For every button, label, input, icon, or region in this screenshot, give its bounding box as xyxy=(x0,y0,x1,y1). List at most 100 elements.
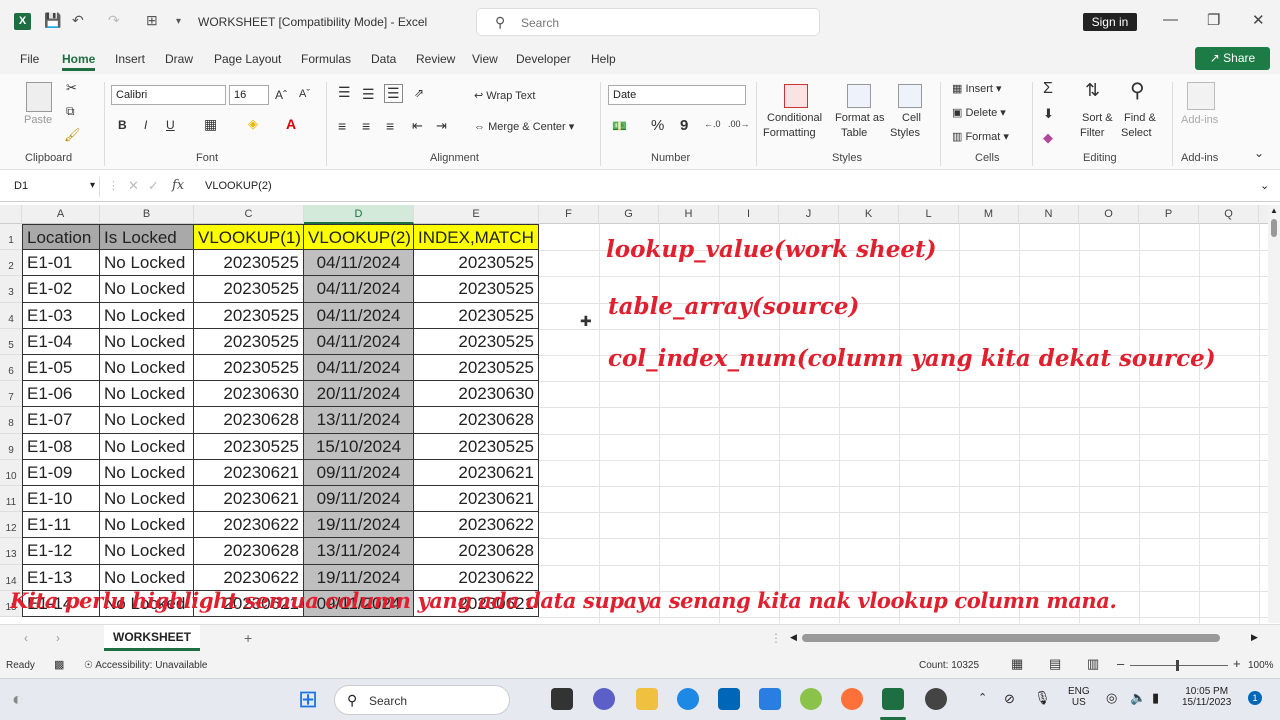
cell-styles-label[interactable]: Cell xyxy=(902,112,921,124)
share-button[interactable]: ↗ Share xyxy=(1195,47,1270,70)
conditional-formatting-label[interactable]: Conditional xyxy=(767,112,822,124)
start-icon[interactable]: ⊞ xyxy=(298,685,318,714)
clear-icon[interactable]: ◆ xyxy=(1043,130,1053,146)
row-header[interactable]: 8 xyxy=(0,407,22,434)
tab-page-layout[interactable]: Page Layout xyxy=(214,52,281,66)
find-select-label[interactable]: Find & xyxy=(1124,112,1156,124)
row-header[interactable]: 7 xyxy=(0,381,22,408)
align-top-icon[interactable]: ☰ xyxy=(338,84,351,101)
notifications-icon[interactable]: 1 xyxy=(1248,691,1262,705)
cell-index-match[interactable]: 20230621 xyxy=(414,459,539,486)
cell-location[interactable]: E1-02 xyxy=(22,276,100,303)
cell-styles-icon[interactable] xyxy=(898,84,922,108)
row-header[interactable]: 6 xyxy=(0,355,22,382)
cell-is-locked[interactable]: No Locked xyxy=(100,407,194,434)
save-icon[interactable]: 💾 xyxy=(44,12,61,29)
column-header-i[interactable]: I xyxy=(719,205,779,224)
cell-vlookup2[interactable]: 04/11/2024 xyxy=(304,355,414,382)
column-header-m[interactable]: M xyxy=(959,205,1019,224)
font-size-select[interactable]: 16 xyxy=(229,85,269,105)
cell-vlookup2[interactable]: 15/10/2024 xyxy=(304,433,414,460)
tab-split-icon[interactable]: ⋮ xyxy=(770,631,782,645)
cell-location[interactable]: E1-05 xyxy=(22,355,100,382)
format-painter-icon[interactable]: 🖌 xyxy=(64,127,81,143)
edge-icon[interactable] xyxy=(677,688,699,710)
cell-vlookup2[interactable]: 04/11/2024 xyxy=(304,276,414,303)
sign-in-button[interactable]: Sign in xyxy=(1083,13,1137,31)
cell-index-match[interactable]: 20230622 xyxy=(414,564,539,591)
cell-vlookup1[interactable]: 20230525 xyxy=(194,433,304,460)
column-header-a[interactable]: A xyxy=(22,205,100,224)
row-header[interactable]: 1 xyxy=(0,224,22,251)
redo-icon[interactable]: ↷ xyxy=(108,12,120,29)
cell-vlookup2[interactable]: 09/11/2024 xyxy=(304,486,414,513)
zoom-slider-thumb[interactable] xyxy=(1176,660,1179,671)
cell-vlookup1[interactable]: 20230525 xyxy=(194,276,304,303)
battery-icon[interactable]: ▮ xyxy=(1152,690,1159,706)
scroll-left-icon[interactable]: ◀ xyxy=(790,632,797,643)
row-header[interactable]: 11 xyxy=(0,486,22,513)
column-header-b[interactable]: B xyxy=(100,205,194,224)
clock[interactable]: 10:05 PM 15/11/2023 xyxy=(1182,686,1231,708)
page-break-view-icon[interactable]: ▥ xyxy=(1087,656,1099,672)
cell-location[interactable]: E1-11 xyxy=(22,512,100,539)
insert-function-icon[interactable]: fx xyxy=(172,178,184,193)
bold-button[interactable]: B xyxy=(118,118,127,132)
search-box[interactable]: ⚲ Search xyxy=(476,8,820,36)
cell-vlookup1[interactable]: 20230621 xyxy=(194,459,304,486)
column-header-f[interactable]: F xyxy=(539,205,599,224)
taskbar-search[interactable]: ⚲ Search xyxy=(334,685,510,715)
accessibility-status[interactable]: ☉ Accessibility: Unavailable xyxy=(84,660,207,671)
cell-is-locked[interactable]: No Locked xyxy=(100,512,194,539)
autosum-icon[interactable]: Σ xyxy=(1043,80,1053,98)
vertical-scrollbar[interactable]: ▲ xyxy=(1268,205,1280,623)
app-icon[interactable] xyxy=(759,688,781,710)
column-header-o[interactable]: O xyxy=(1079,205,1139,224)
cell-is-locked[interactable]: No Locked xyxy=(100,538,194,565)
font-color-icon[interactable]: A xyxy=(286,116,296,132)
cell-location[interactable]: E1-12 xyxy=(22,538,100,565)
cell-index-match[interactable]: 20230525 xyxy=(414,433,539,460)
tab-view[interactable]: View xyxy=(472,52,498,66)
cell-location[interactable]: E1-07 xyxy=(22,407,100,434)
cell-index-match[interactable]: 20230525 xyxy=(414,276,539,303)
cell-is-locked[interactable]: No Locked xyxy=(100,328,194,355)
percent-button[interactable]: % xyxy=(651,117,664,134)
tab-formulas[interactable]: Formulas xyxy=(301,52,351,66)
row-header[interactable]: 13 xyxy=(0,538,22,565)
format-as-table-icon[interactable] xyxy=(847,84,871,108)
cell-index-match[interactable]: 20230630 xyxy=(414,381,539,408)
format-as-table-label[interactable]: Format as xyxy=(835,112,885,124)
cell-vlookup1[interactable]: 20230628 xyxy=(194,407,304,434)
tab-home[interactable]: Home xyxy=(62,52,96,71)
expand-formula-icon[interactable]: ⌄ xyxy=(1260,179,1269,192)
restore-icon[interactable]: ❐ xyxy=(1207,11,1220,29)
find-select-icon[interactable]: ⚲ xyxy=(1130,78,1145,103)
app-icon[interactable] xyxy=(925,688,947,710)
tab-review[interactable]: Review xyxy=(416,52,455,66)
decrease-decimal-icon[interactable]: .00→ xyxy=(728,119,750,129)
cell-is-locked[interactable]: No Locked xyxy=(100,564,194,591)
cell-vlookup1[interactable]: 20230525 xyxy=(194,250,304,277)
cell-location[interactable]: E1-06 xyxy=(22,381,100,408)
zoom-out-icon[interactable]: – xyxy=(1117,656,1124,671)
underline-button[interactable]: U xyxy=(166,118,175,132)
insert-cells-button[interactable]: ▦ Insert ▾ xyxy=(952,82,1002,95)
microphone-icon[interactable]: 🎙 xyxy=(1034,690,1051,706)
cell-location[interactable]: E1-09 xyxy=(22,459,100,486)
row-header[interactable]: 2 xyxy=(0,250,22,277)
excel-taskbar-icon[interactable] xyxy=(882,688,904,710)
fill-icon[interactable]: ⬇ xyxy=(1043,106,1054,122)
widgets-icon[interactable]: ◐ xyxy=(12,689,23,710)
merge-center-button[interactable]: ⇔ Merge & Center ▾ xyxy=(474,120,574,133)
increase-decimal-icon[interactable]: ←.0 xyxy=(704,119,721,129)
header-cell-index-match[interactable]: INDEX,MATCH xyxy=(414,224,539,251)
tab-developer[interactable]: Developer xyxy=(516,52,571,66)
borders-icon[interactable]: ▦ xyxy=(204,116,217,133)
app-icon[interactable] xyxy=(800,688,822,710)
undo-icon[interactable]: ↶ xyxy=(72,12,84,29)
add-ins-button-label[interactable]: Add-ins xyxy=(1181,114,1218,126)
add-sheet-icon[interactable]: + xyxy=(244,630,252,646)
header-cell-is-locked[interactable]: Is Locked xyxy=(100,224,194,251)
column-header-k[interactable]: K xyxy=(839,205,899,224)
